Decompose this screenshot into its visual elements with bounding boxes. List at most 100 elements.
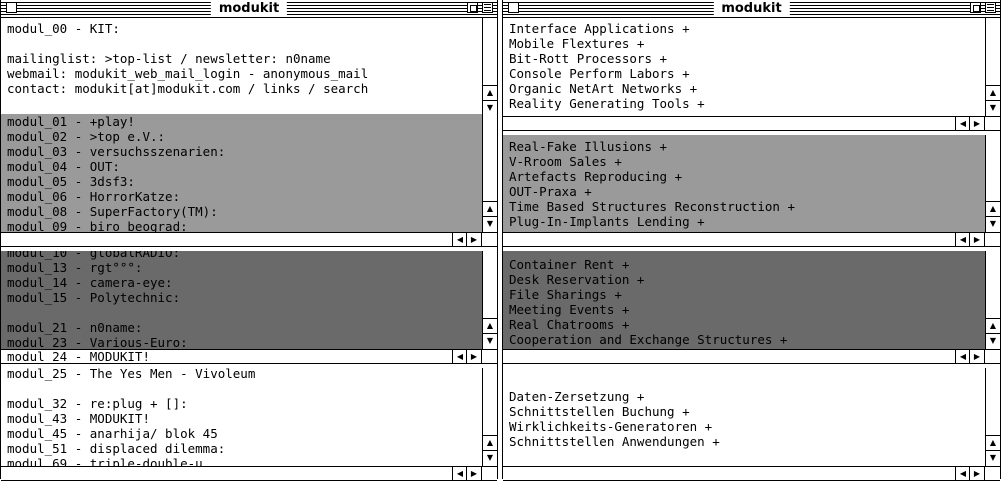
frame-moduls-c: modul_25 - The Yes Men - Vivoleum modul_… — [1, 368, 497, 466]
scroll-right-arrow-icon[interactable]: ▶ — [969, 117, 984, 130]
text-line: modul_45 - anarhija/ blok 45 — [7, 426, 218, 441]
text-line: modul_00 - KIT: — [7, 21, 120, 36]
scroll-up-arrow-icon[interactable]: ▲ — [483, 435, 497, 451]
horizontal-scrollbar[interactable]: ◀ ▶ — [503, 349, 1000, 364]
horizontal-scrollbar[interactable]: modul_24 - MODUKIT! ◀ ▶ — [1, 349, 497, 364]
text-line: OUT-Praxa + — [509, 184, 592, 199]
vertical-scrollbar[interactable]: ▲ ▼ — [985, 368, 1000, 466]
scroll-left-arrow-icon[interactable]: ◀ — [955, 350, 970, 363]
frame-services-d: Daten-Zersetzung + Schnittstellen Buchun… — [503, 368, 1000, 466]
scroll-down-arrow-icon[interactable]: ▼ — [483, 333, 497, 349]
scroll-left-arrow-icon[interactable]: ◀ — [955, 467, 970, 480]
frame-content: Daten-Zersetzung + Schnittstellen Buchun… — [503, 368, 984, 466]
text-line: modul_25 - The Yes Men - Vivoleum — [7, 368, 256, 381]
right-title-bar[interactable]: modukit — [503, 0, 1000, 18]
frame-content: modul_25 - The Yes Men - Vivoleum modul_… — [1, 368, 481, 466]
text-line — [7, 36, 481, 51]
scroll-up-arrow-icon[interactable]: ▲ — [483, 85, 497, 101]
scroll-up-arrow-icon[interactable]: ▲ — [483, 201, 497, 217]
scroll-down-arrow-icon[interactable]: ▼ — [986, 333, 1000, 349]
zoom-box-icon[interactable] — [467, 2, 478, 13]
text-line: Artefacts Reproducing + — [509, 169, 683, 184]
text-line: modul_15 - Polytechnic: — [7, 290, 181, 305]
scroll-up-arrow-icon[interactable]: ▲ — [986, 201, 1000, 217]
frame-content: Container Rent + Desk Reservation + File… — [503, 251, 984, 349]
scroll-up-arrow-icon[interactable]: ▲ — [986, 318, 1000, 334]
scroll-left-arrow-icon[interactable]: ◀ — [452, 233, 467, 246]
text-line: modul_24 - MODUKIT! — [7, 349, 150, 364]
text-line: Wirklichkeits-Generatoren + — [509, 419, 713, 434]
vertical-scrollbar[interactable]: ▲ ▼ — [985, 251, 1000, 349]
scroll-right-arrow-icon[interactable]: ▶ — [466, 467, 481, 480]
text-line: modul_06 - HorrorKatze: — [7, 189, 181, 204]
vertical-scrollbar[interactable]: ▲ ▼ — [482, 18, 497, 116]
frame-content: modul_10 - globalRADIO: modul_13 - rgt°°… — [1, 251, 481, 349]
close-box-icon[interactable] — [508, 2, 519, 13]
scroll-down-arrow-icon[interactable]: ▼ — [986, 216, 1000, 232]
text-line — [509, 374, 984, 389]
horizontal-scrollbar[interactable]: ◀ ▶ — [503, 116, 1000, 131]
frame-content: Interface Applications + Mobile Flexture… — [503, 18, 984, 116]
vertical-scrollbar[interactable]: ▲ ▼ — [985, 18, 1000, 116]
scroll-left-arrow-icon[interactable]: ◀ — [452, 467, 467, 480]
text-line: modul_43 - MODUKIT! — [7, 411, 150, 426]
text-line: modul_21 - n0name: — [7, 320, 143, 335]
close-box-icon[interactable] — [6, 2, 17, 13]
vertical-scrollbar[interactable]: ▲ ▼ — [482, 251, 497, 349]
text-line: mailinglist: >top-list / newsletter: n0n… — [7, 51, 331, 66]
scroll-left-arrow-icon[interactable]: ◀ — [955, 117, 970, 130]
text-line: Reality Generating Tools + — [509, 96, 705, 111]
scroll-up-arrow-icon[interactable]: ▲ — [986, 85, 1000, 101]
resize-corner — [984, 233, 1000, 246]
text-line: modul_01 - +play! — [7, 114, 135, 129]
text-line: modul_03 - versuchsszenarien: — [7, 144, 226, 159]
scroll-right-arrow-icon[interactable]: ▶ — [969, 233, 984, 246]
vertical-scrollbar[interactable]: ▲ ▼ — [482, 114, 497, 232]
text-line: Daten-Zersetzung + — [509, 389, 645, 404]
zoom-box-icon[interactable] — [970, 2, 981, 13]
text-line: modul_13 - rgt°°°: — [7, 260, 143, 275]
scroll-left-arrow-icon[interactable]: ◀ — [955, 233, 970, 246]
text-line: Bit-Rott Processors + — [509, 51, 668, 66]
horizontal-scrollbar[interactable]: ◀ ▶ — [1, 232, 497, 247]
text-line — [7, 305, 481, 320]
text-line: Time Based Structures Reconstruction + — [509, 199, 795, 214]
scroll-down-arrow-icon[interactable]: ▼ — [986, 450, 1000, 466]
collapse-box-icon[interactable] — [482, 2, 493, 13]
text-line: modul_23 - Various-Euro: — [7, 335, 188, 349]
text-line: V-Rroom Sales + — [509, 154, 622, 169]
frame-content: Real-Fake Illusions + V-Rroom Sales + Ar… — [503, 135, 984, 232]
scroll-up-arrow-icon[interactable]: ▲ — [483, 318, 497, 334]
scroll-down-arrow-icon[interactable]: ▼ — [483, 450, 497, 466]
frame-moduls-b: modul_10 - globalRADIO: modul_13 - rgt°°… — [1, 251, 497, 349]
collapse-box-icon[interactable] — [985, 2, 996, 13]
text-line: Schnittstellen Anwendungen + — [509, 434, 720, 449]
text-line: Cooperation and Exchange Structures + — [509, 332, 788, 347]
text-line: modul_69 - triple-double-u — [7, 456, 203, 466]
text-line: Mobile Flextures + — [509, 36, 645, 51]
resize-corner — [481, 233, 497, 246]
resize-corner — [984, 350, 1000, 363]
scroll-left-arrow-icon[interactable]: ◀ — [452, 350, 467, 363]
vertical-scrollbar[interactable]: ▲ ▼ — [482, 368, 497, 466]
text-line: webmail: modukit_web_mail_login - anonym… — [7, 66, 369, 81]
text-line: Plug-In-Implants Lending + — [509, 214, 705, 229]
scroll-right-arrow-icon[interactable]: ▶ — [466, 350, 481, 363]
vertical-scrollbar[interactable]: ▲ ▼ — [985, 135, 1000, 232]
scroll-down-arrow-icon[interactable]: ▼ — [986, 100, 1000, 116]
scroll-right-arrow-icon[interactable]: ▶ — [969, 350, 984, 363]
text-line: Schnittstellen Buchung + — [509, 404, 690, 419]
text-line: Real-Fake Illusions + — [509, 139, 668, 154]
scroll-right-arrow-icon[interactable]: ▶ — [969, 467, 984, 480]
window-title: modukit — [210, 0, 288, 17]
scroll-down-arrow-icon[interactable]: ▼ — [483, 216, 497, 232]
text-line: modul_10 - globalRADIO: — [7, 251, 181, 260]
scroll-right-arrow-icon[interactable]: ▶ — [466, 233, 481, 246]
text-line: Container Rent + — [509, 257, 630, 272]
horizontal-scrollbar[interactable]: ◀ ▶ — [503, 232, 1000, 247]
frame-contact: modul_00 - KIT: mailinglist: >top-list /… — [1, 18, 497, 116]
scroll-up-arrow-icon[interactable]: ▲ — [986, 435, 1000, 451]
text-line — [7, 381, 481, 396]
left-title-bar[interactable]: modukit — [1, 0, 497, 18]
text-line: modul_14 - camera-eye: — [7, 275, 173, 290]
